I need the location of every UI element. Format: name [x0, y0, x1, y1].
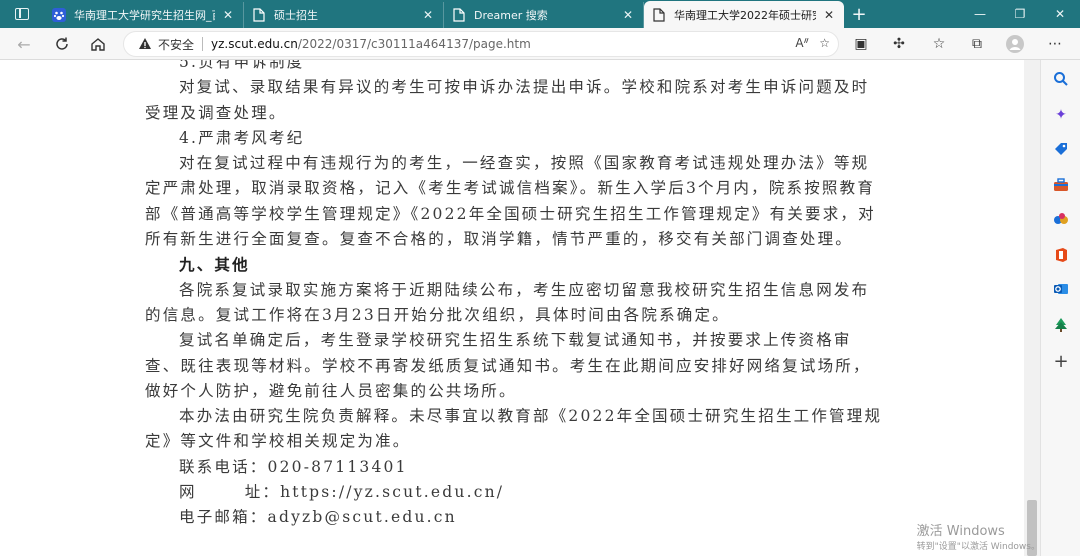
close-icon[interactable]: ✕: [421, 8, 435, 22]
security-label[interactable]: 不安全: [158, 36, 194, 53]
contact-web-label-1: 网: [179, 483, 197, 502]
close-icon[interactable]: ✕: [822, 8, 836, 22]
tab-actions-icon: [15, 8, 29, 20]
tab-title: Dreamer 搜索: [474, 9, 548, 22]
paragraph-other-3: 本办法由研究生院负责解释。未尽事宜以教育部《2022年全国硕士研究生招生工作管理…: [145, 407, 883, 451]
contact-website: 网 址：https://yz.scut.edu.cn/: [145, 480, 885, 505]
page-icon: [452, 8, 466, 22]
contact-web-label-2: 址：: [244, 483, 281, 502]
url-host: yz.scut.edu.cn: [211, 37, 298, 51]
contact-email: 电子邮箱：adyzb@scut.edu.cn: [145, 505, 885, 530]
baidu-paw-icon: [52, 8, 66, 22]
tab-title: 硕士招生: [274, 9, 318, 22]
page-scrollbar[interactable]: [1024, 60, 1040, 556]
divider: [202, 37, 204, 51]
tab-title: 华南理工大学研究生招生网_百度: [74, 9, 215, 22]
contact-phone: 联系电话：020-87113401: [145, 455, 885, 480]
contact-web-value[interactable]: https://yz.scut.edu.cn/: [280, 483, 504, 501]
section-heading-discipline: 4.严肃考风考纪: [179, 128, 305, 147]
page-icon: [252, 8, 266, 22]
section-heading-other: 九、其他: [179, 255, 250, 275]
collections-icon[interactable]: ⧉: [964, 32, 990, 56]
window-controls: — ❐ ✕: [960, 0, 1080, 28]
copilot-sparkle-icon[interactable]: ✦: [1050, 104, 1072, 126]
read-aloud-icon[interactable]: Aᐥ: [795, 36, 809, 50]
games-icon[interactable]: [1050, 208, 1072, 230]
address-bar-actions: Aᐥ ☆: [795, 36, 830, 50]
office-icon[interactable]: [1050, 244, 1072, 266]
tab-bar: 华南理工大学研究生招生网_百度 ✕ 硕士招生 ✕ Dreamer 搜索 ✕ 华南…: [0, 0, 1080, 28]
contact-email-label: 电子邮箱：: [179, 508, 268, 527]
contact-phone-value: 020-87113401: [267, 457, 408, 476]
restore-icon[interactable]: ❐: [1000, 0, 1040, 28]
partial-heading: 5.负有申诉制度: [179, 60, 305, 71]
address-bar[interactable]: 不安全 yz.scut.edu.cn/2022/0317/c30111a4641…: [123, 31, 839, 57]
home-icon[interactable]: [86, 32, 110, 56]
paragraph-other-2: 复试名单确定后，考生登录学校研究生招生系统下载复试通知书，并按要求上传资格审查、…: [145, 331, 871, 400]
warning-icon: [138, 37, 152, 51]
search-icon[interactable]: [1050, 68, 1072, 90]
page-icon: [652, 7, 666, 22]
add-sidebar-app-icon[interactable]: +: [1050, 350, 1072, 372]
tools-briefcase-icon[interactable]: [1050, 174, 1072, 196]
tab-title: 华南理工大学2022年硕士研究生: [674, 8, 816, 22]
extensions-icon[interactable]: ✣: [886, 32, 912, 56]
tab-baidu[interactable]: 华南理工大学研究生招生网_百度 ✕: [44, 2, 244, 28]
profile-avatar[interactable]: [1002, 32, 1028, 56]
close-icon[interactable]: ✕: [221, 8, 235, 22]
paragraph-discipline: 对在复试过程中有违规行为的考生，一经查实，按照《国家教育考试违规处理办法》等规定…: [145, 154, 876, 249]
watermark-subtitle: 转到"设置"以激活 Windows。: [916, 542, 1040, 552]
split-screen-icon[interactable]: ▣: [848, 32, 874, 56]
contact-email-value[interactable]: adyzb@scut.edu.cn: [268, 508, 457, 526]
windows-activation-watermark: 激活 Windows 转到"设置"以激活 Windows。: [917, 520, 1040, 552]
tab-actions-button[interactable]: [0, 0, 44, 28]
favorite-add-icon[interactable]: ☆: [819, 36, 830, 50]
tab-dreamer[interactable]: Dreamer 搜索 ✕: [444, 2, 644, 28]
page-content: 5.负有申诉制度 对复试、录取结果有异议的考生可按申诉办法提出申诉。学校和院系对…: [0, 60, 1024, 556]
new-tab-button[interactable]: +: [844, 0, 874, 28]
outlook-icon[interactable]: [1050, 278, 1072, 300]
drop-tree-icon[interactable]: [1050, 314, 1072, 336]
minimize-icon[interactable]: —: [960, 0, 1000, 28]
back-icon[interactable]: ←: [12, 32, 36, 56]
notice-body: 5.负有申诉制度 对复试、录取结果有异议的考生可按申诉办法提出申诉。学校和院系对…: [145, 60, 885, 531]
close-window-icon[interactable]: ✕: [1040, 0, 1080, 28]
watermark-title: 激活 Windows: [916, 524, 1005, 539]
tab-scut-notice[interactable]: 华南理工大学2022年硕士研究生 ✕: [644, 1, 844, 28]
tab-masters[interactable]: 硕士招生 ✕: [244, 2, 444, 28]
refresh-icon[interactable]: [50, 32, 74, 56]
favorites-icon[interactable]: ☆: [926, 32, 952, 56]
paragraph-appeal: 对复试、录取结果有异议的考生可按申诉办法提出申诉。学校和院系对考生申诉问题及时受…: [145, 78, 870, 122]
navigation-bar: ← 不安全 yz.scut.edu.cn/2022/0317/c30111a46…: [0, 28, 1080, 60]
url-path: /2022/0317/c30111a464137/page.htm: [297, 37, 531, 51]
close-icon[interactable]: ✕: [621, 8, 635, 22]
shopping-tag-icon[interactable]: [1050, 138, 1072, 160]
more-menu-icon[interactable]: ⋯: [1042, 32, 1068, 56]
edge-sidebar: ✦ +: [1040, 60, 1080, 556]
paragraph-other-1: 各院系复试录取实施方案将于近期陆续公布，考生应密切留意我校研究生招生信息网发布的…: [145, 280, 870, 324]
contact-phone-label: 联系电话：: [179, 457, 268, 476]
